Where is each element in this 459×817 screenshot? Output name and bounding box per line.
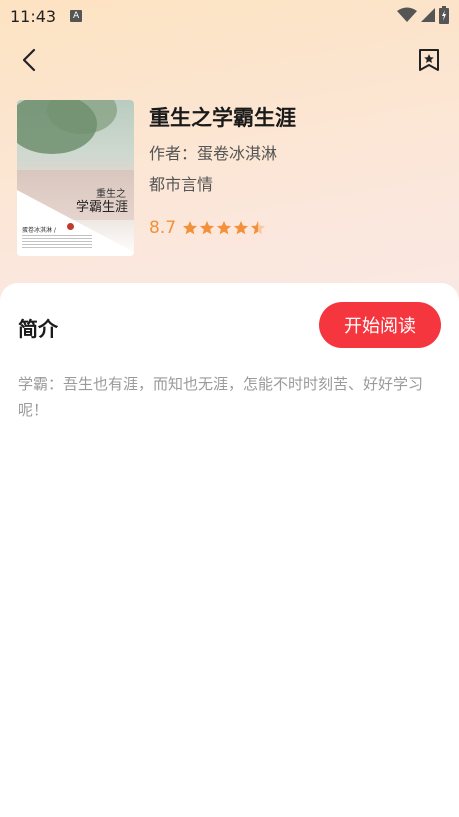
status-time: 11:43 [10, 6, 57, 26]
top-bar [0, 40, 459, 80]
book-title: 重生之学霸生涯 [149, 106, 296, 130]
wifi-icon [397, 7, 417, 22]
star-icon [251, 221, 266, 235]
book-author[interactable]: 作者：蛋卷冰淇淋 [149, 140, 277, 164]
intro-card: 简介 开始阅读 学霸：吾生也有涯，而知也无涯，怎能不时时刻苦、好好学习呢！ [0, 283, 459, 817]
signal-icon [421, 8, 435, 22]
chevron-left-icon [22, 48, 36, 72]
cover-title-line2: 学霸生涯 [75, 200, 128, 215]
book-header: 重生之 学霸生涯 蛋卷冰淇淋 / 重生之学霸生涯 作者：蛋卷冰淇淋 都市言情 8… [17, 100, 447, 260]
cover-text-lines [22, 235, 92, 249]
bookmark-star-icon [419, 49, 439, 71]
battery-icon [439, 6, 449, 24]
intro-text: 学霸：吾生也有涯，而知也无涯，怎能不时时刻苦、好好学习呢！ [18, 375, 424, 419]
bookmark-button[interactable] [413, 44, 445, 76]
star-icon [234, 221, 249, 235]
star-icon [183, 221, 198, 235]
book-category[interactable]: 都市言情 [149, 171, 213, 195]
back-button[interactable] [14, 44, 44, 76]
start-reading-button[interactable]: 开始阅读 [319, 302, 441, 348]
star-icon [200, 221, 215, 235]
status-icons [397, 6, 449, 24]
a-icon: A [70, 10, 83, 22]
rating-score: 8.7 [149, 218, 177, 238]
rating-stars [182, 220, 266, 236]
intro-heading: 简介 [18, 317, 58, 341]
rating-row: 8.7 [149, 218, 266, 238]
cover-author: 蛋卷冰淇淋 / [22, 227, 56, 234]
book-cover[interactable]: 重生之 学霸生涯 蛋卷冰淇淋 / [17, 100, 134, 256]
cover-seal [67, 223, 74, 230]
status-bar: 11:43 A [0, 0, 459, 32]
star-icon [217, 221, 232, 235]
